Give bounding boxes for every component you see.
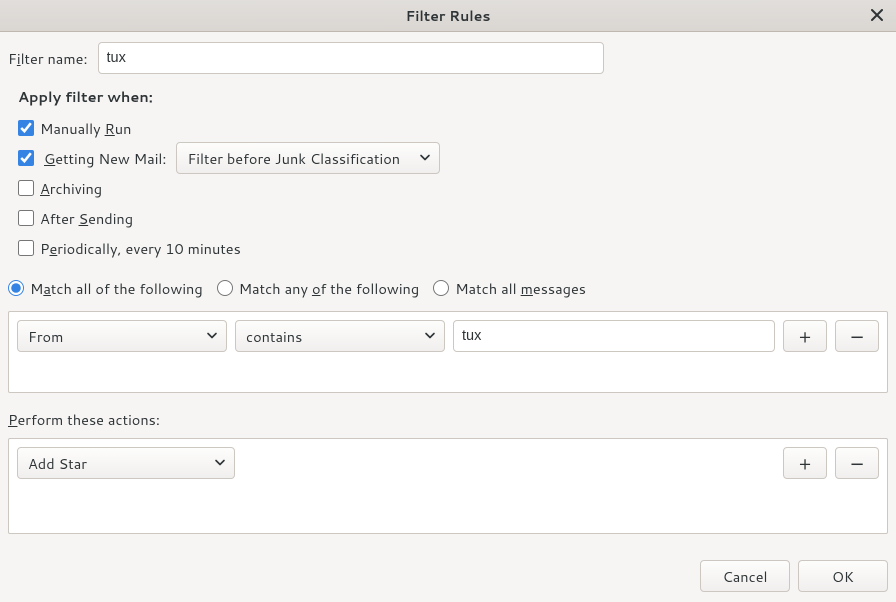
action-row: Add Star + − [17,447,879,479]
match-all-messages-radio[interactable] [433,280,449,296]
after-sending-row: After Sending [18,205,888,231]
getting-new-mail-checkbox[interactable] [18,150,34,166]
content-area: Filter name: Apply filter when: Manually… [0,32,896,550]
match-any-row: Match any of the following [217,275,420,301]
action-value: Add Star [28,453,87,474]
condition-field-value: From [28,326,63,347]
after-sending-checkbox[interactable] [18,210,34,226]
titlebar: Filter Rules [0,0,896,32]
match-any-radio[interactable] [217,280,233,296]
add-action-button[interactable]: + [783,447,827,479]
filter-name-input[interactable] [98,42,604,74]
after-sending-label: After Sending [40,208,133,229]
junk-classification-value: Filter before Junk Classification [187,148,400,169]
cancel-button[interactable]: Cancel [700,560,790,592]
periodically-checkbox[interactable] [18,240,34,256]
apply-when-options: Manually Run Getting New Mail: Filter be… [18,115,888,261]
archiving-label: Archiving [40,178,102,199]
match-all-messages-label: Match all messages [455,278,586,299]
conditions-box: From contains + − [8,311,888,393]
match-radiogroup: Match all of the following Match any of … [8,275,888,301]
match-all-radio[interactable] [8,280,24,296]
periodically-label: Periodically, every 10 minutes [40,238,241,259]
close-icon [871,5,883,26]
chevron-down-icon [419,148,431,169]
archiving-checkbox[interactable] [18,180,34,196]
condition-row: From contains + − [17,320,879,352]
perform-actions-label: Perform these actions: [8,409,888,430]
minus-icon: − [849,450,864,476]
remove-condition-button[interactable]: − [835,320,879,352]
archiving-row: Archiving [18,175,888,201]
condition-field-select[interactable]: From [17,320,227,352]
match-any-label: Match any of the following [239,278,420,299]
filter-rules-dialog: Filter Rules Filter name: Apply filter w… [0,0,896,602]
getting-new-mail-row: Getting New Mail: Filter before Junk Cla… [18,145,888,171]
actions-box: Add Star + − [8,438,888,534]
chevron-down-icon [206,326,218,347]
filter-name-row: Filter name: [8,42,888,74]
condition-operator-value: contains [246,326,302,347]
filter-name-label: Filter name: [8,48,88,69]
match-all-messages-row: Match all messages [433,275,586,301]
condition-value-input[interactable] [453,320,775,352]
plus-icon: + [799,323,811,349]
manually-run-label: Manually Run [40,118,131,139]
apply-filter-when-label: Apply filter when: [18,86,888,107]
chevron-down-icon [424,326,436,347]
manually-run-checkbox[interactable] [18,120,34,136]
action-select[interactable]: Add Star [17,447,235,479]
periodically-row: Periodically, every 10 minutes [18,235,888,261]
chevron-down-icon [214,453,226,474]
minus-icon: − [849,323,864,349]
manually-run-row: Manually Run [18,115,888,141]
close-button[interactable] [868,7,886,25]
ok-button[interactable]: OK [798,560,888,592]
condition-operator-select[interactable]: contains [235,320,445,352]
remove-action-button[interactable]: − [835,447,879,479]
dialog-footer: Cancel OK [0,550,896,602]
add-condition-button[interactable]: + [783,320,827,352]
match-all-row: Match all of the following [8,275,203,301]
match-all-label: Match all of the following [30,278,203,299]
getting-new-mail-label: Getting New Mail: [44,148,166,169]
plus-icon: + [799,450,811,476]
junk-classification-select[interactable]: Filter before Junk Classification [176,142,440,174]
window-title: Filter Rules [406,6,491,26]
